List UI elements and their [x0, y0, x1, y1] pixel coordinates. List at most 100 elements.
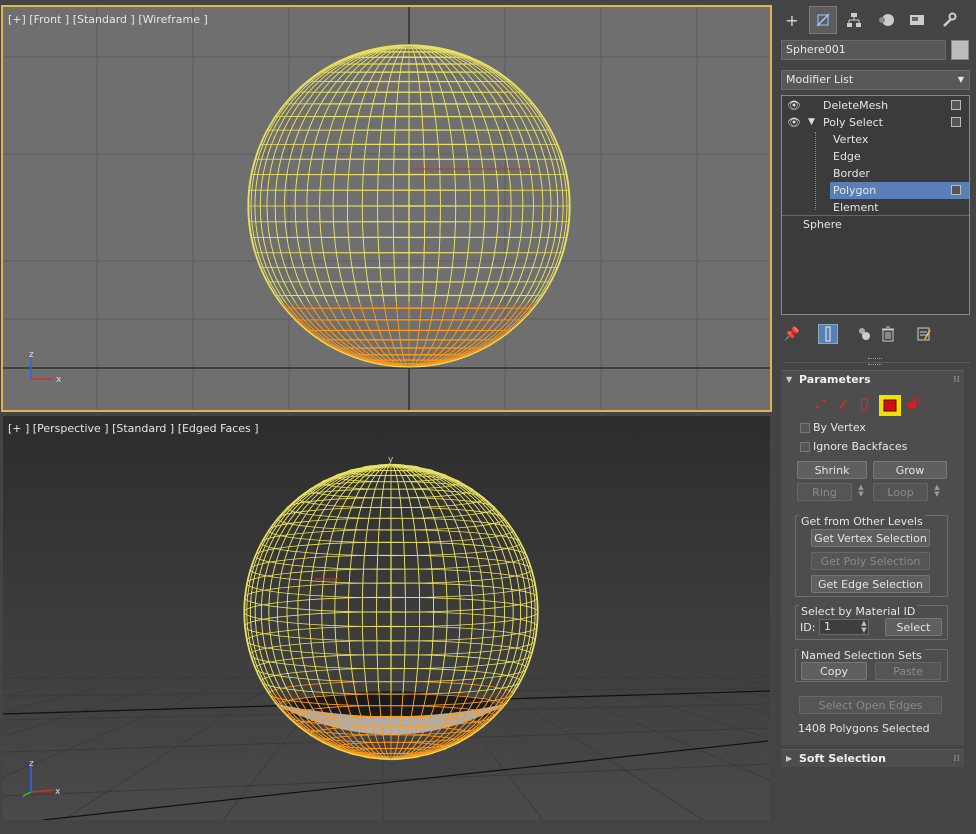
configure-glyph [917, 327, 931, 341]
vertex-level-icon [815, 399, 826, 409]
create-tab[interactable]: + [778, 6, 806, 34]
modifier-toggle-box[interactable] [951, 185, 961, 195]
remove-modifier-icon[interactable] [878, 324, 898, 344]
stack-item-deletemesh[interactable]: 👁 DeleteMesh [782, 97, 969, 114]
stack-subitem-border[interactable]: Border [782, 165, 969, 182]
expand-triangle-icon[interactable]: ▼ [808, 114, 815, 131]
by-vertex-checkbox[interactable] [800, 423, 810, 433]
grid-line [3, 665, 184, 713]
make-unique-icon[interactable] [854, 324, 874, 344]
expand-triangle-icon: ▶ [786, 754, 793, 763]
sphere-wireframe [243, 463, 539, 761]
stack-item-label: Poly Select [823, 116, 883, 129]
axis-x-label: x [56, 375, 62, 385]
modify-icon [816, 13, 830, 27]
group-label: Get from Other Levels [799, 515, 925, 528]
parameters-rollout: ▼ Parameters ⁞⁞ By Vertex Ignore Backfac… [781, 370, 964, 745]
stack-item-label: Polygon [833, 184, 877, 197]
plus-icon: + [785, 10, 799, 30]
select-by-material-id-group: Select by Material ID ID: 1 ▲ ▼ Select [795, 605, 948, 640]
axis-z-label: z [29, 759, 34, 769]
hierarchy-tab[interactable] [840, 6, 868, 34]
modify-tab[interactable] [809, 6, 837, 34]
grid-line [62, 665, 304, 820]
stack-subitem-edge[interactable]: Edge [782, 148, 969, 165]
configure-modifier-sets-icon[interactable] [914, 324, 934, 344]
command-panel-tabs: + [776, 6, 976, 34]
select-open-edges-button[interactable]: Select Open Edges [799, 696, 942, 714]
stack-subitem-polygon-selected[interactable]: Polygon [830, 182, 969, 199]
trash-icon [882, 326, 894, 342]
group-label: Named Selection Sets [799, 649, 924, 662]
perspective-viewport-canvas[interactable]: y z x [3, 416, 770, 820]
id-label: ID: [800, 621, 816, 634]
perspective-viewport-label[interactable]: [+ ] [Perspective ] [Standard ] [Edged F… [8, 422, 259, 435]
shrink-button[interactable]: Shrink [797, 461, 867, 479]
modifier-list-label: Modifier List [786, 73, 854, 86]
stack-item-label: Vertex [833, 133, 869, 146]
loop-button[interactable]: Loop [873, 483, 928, 501]
resize-grip-icon[interactable] [868, 358, 882, 365]
perspective-grid [3, 665, 770, 820]
stack-item-label: Element [833, 201, 879, 214]
eye-icon[interactable]: 👁 [786, 114, 802, 131]
object-name-field[interactable]: Sphere001 [781, 40, 946, 60]
stack-item-label: Sphere [803, 218, 842, 231]
display-tab[interactable] [903, 6, 931, 34]
eye-icon[interactable]: 👁 [786, 97, 802, 114]
stack-item-poly-select[interactable]: 👁 ▼ Poly Select [782, 114, 969, 131]
viewport-grid [3, 7, 770, 410]
get-from-other-levels-group: Get from Other Levels Get Vertex Selecti… [795, 515, 948, 597]
front-viewport-canvas[interactable]: zx [3, 7, 770, 410]
ring-button[interactable]: Ring [797, 483, 852, 501]
modifier-stack[interactable]: 👁 DeleteMesh 👁 ▼ Poly Select Vertex Edge… [781, 95, 970, 315]
chevron-down-icon: ▼ [957, 75, 964, 84]
hierarchy-icon [847, 13, 861, 27]
axis-y-label: y [388, 455, 394, 465]
ring-spinner[interactable]: ▲ ▼ [857, 484, 865, 498]
soft-selection-rollout-header[interactable]: ▶ Soft Selection ⁞⁞ [781, 750, 964, 768]
edge-level-icon [837, 398, 849, 410]
parameters-rollout-header[interactable]: ▼ Parameters ⁞⁞ [781, 371, 964, 389]
stack-subitem-element[interactable]: Element [782, 199, 969, 216]
paste-button[interactable]: Paste [875, 662, 941, 680]
copy-button[interactable]: Copy [801, 662, 867, 680]
stack-item-label: DeleteMesh [823, 99, 889, 112]
select-material-id-button[interactable]: Select [885, 618, 942, 636]
front-viewport[interactable]: zx [+] [Front ] [Standard ] [Wireframe ] [1, 5, 772, 412]
motion-tab[interactable] [872, 6, 900, 34]
perspective-viewport[interactable]: y z x [+ ] [Perspective ] [Standard ] [Edg… [3, 416, 770, 820]
show-end-result-icon[interactable] [818, 324, 838, 344]
ignore-backfaces-checkbox[interactable] [800, 442, 810, 452]
motion-icon [879, 14, 894, 26]
get-edge-selection-button[interactable]: Get Edge Selection [811, 575, 930, 593]
rollout-grip-icon[interactable]: ⁞⁞ [953, 750, 960, 768]
rollout-title: Parameters [799, 373, 871, 386]
object-color-swatch[interactable] [951, 40, 969, 60]
polygon-level-icon [879, 395, 901, 416]
stack-item-sphere[interactable]: Sphere [782, 216, 969, 233]
get-poly-selection-button[interactable]: Get Poly Selection [811, 552, 930, 570]
selection-status-text: 1408 Polygons Selected [798, 722, 930, 735]
sphere-wireframe [247, 44, 571, 368]
modifier-toggle-box[interactable] [951, 117, 961, 127]
pin-stack-icon[interactable]: 📌 [782, 324, 802, 344]
modifier-toggle-box[interactable] [951, 100, 961, 110]
material-id-spinner[interactable]: ▲ ▼ [860, 620, 868, 634]
front-viewport-label[interactable]: [+] [Front ] [Standard ] [Wireframe ] [8, 13, 208, 26]
loop-spinner[interactable]: ▲ ▼ [933, 484, 941, 498]
utilities-tab[interactable] [935, 6, 963, 34]
stack-subitem-vertex[interactable]: Vertex [782, 131, 969, 148]
border-level-icon [860, 398, 869, 411]
axis-x-label: x [55, 787, 61, 797]
group-label: Select by Material ID [799, 605, 918, 618]
grid-line [3, 763, 770, 797]
grow-button[interactable]: Grow [873, 461, 947, 479]
stack-item-label: Border [833, 167, 870, 180]
by-vertex-label: By Vertex [813, 421, 866, 434]
modifier-list-dropdown[interactable]: Modifier List ▼ [781, 70, 970, 90]
rollout-grip-icon[interactable]: ⁞⁞ [953, 371, 960, 389]
named-selection-sets-group: Named Selection Sets Copy Paste [795, 649, 948, 682]
get-vertex-selection-button[interactable]: Get Vertex Selection [811, 529, 930, 547]
command-panel: + Sphere001 Modifier List ▼ 👁 DeleteMesh… [776, 0, 976, 834]
